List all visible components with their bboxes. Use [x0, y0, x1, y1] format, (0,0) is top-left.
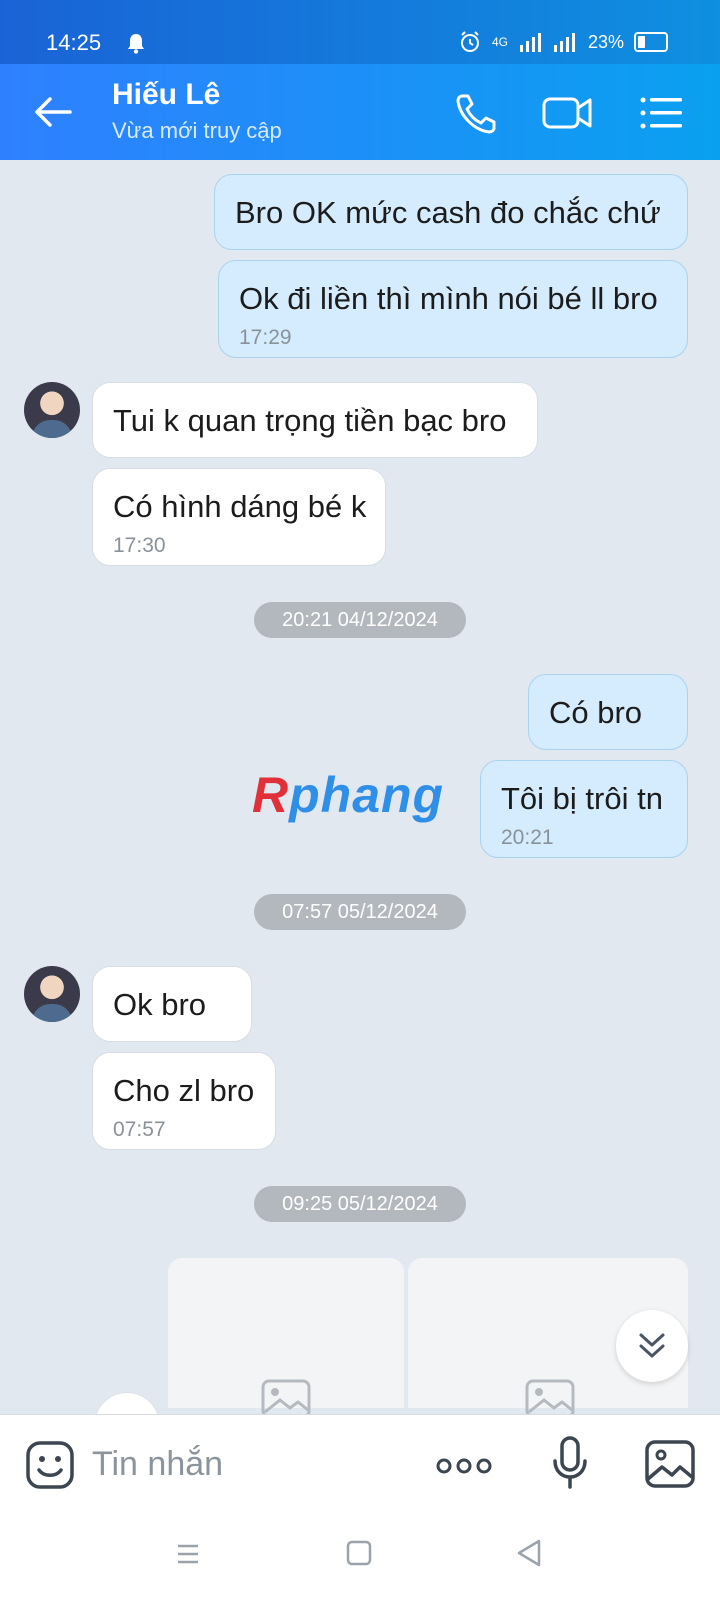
gallery-image-icon[interactable]	[644, 1439, 696, 1489]
system-navigation-bar	[0, 1514, 720, 1600]
status-bar: 14:25 4G 23%	[0, 0, 720, 64]
message-text: Tui k quan trọng tiền bạc bro	[113, 403, 507, 438]
battery-percent: 23%	[587, 31, 624, 52]
image-message[interactable]	[168, 1258, 404, 1418]
double-chevron-down-icon	[639, 1333, 665, 1358]
message-time: 17:30	[113, 534, 166, 557]
chat-header: Hiếu Lê Vừa mới truy cập	[0, 64, 720, 160]
contact-avatar[interactable]	[24, 966, 80, 1022]
back-triangle-icon[interactable]	[516, 1538, 542, 1568]
message-bubble-incoming[interactable]: Tui k quan trọng tiền bạc bro	[92, 382, 538, 458]
date-separator: 07:57 05/12/2024	[254, 894, 466, 930]
network-type: 4G	[491, 35, 508, 49]
date-separator: 20:21 04/12/2024	[254, 602, 466, 638]
date-separator: 09:25 05/12/2024	[254, 1186, 466, 1222]
watermark-logo: Rphang	[252, 767, 445, 823]
message-text: Cho zl bro	[113, 1073, 255, 1108]
recent-apps-icon[interactable]	[176, 1542, 200, 1566]
phone-call-icon[interactable]	[452, 88, 504, 138]
back-arrow-icon[interactable]	[30, 90, 78, 134]
message-text: Bro OK mức cash đo chắc chứ	[235, 195, 661, 230]
message-text: Có bro	[549, 695, 643, 730]
alarm-icon	[460, 31, 479, 52]
contact-name[interactable]: Hiếu Lê	[112, 78, 220, 112]
message-time: 20:21	[501, 826, 554, 849]
message-bubble-incoming[interactable]: Ok bro	[92, 966, 252, 1042]
image-placeholder-icon	[261, 1379, 311, 1418]
message-time: 07:57	[113, 1118, 166, 1141]
message-time: 17:29	[239, 326, 292, 349]
signal-icon-2	[553, 33, 575, 52]
video-call-icon[interactable]	[542, 88, 594, 138]
microphone-icon[interactable]	[550, 1435, 590, 1491]
battery-icon	[634, 32, 668, 52]
signal-icon	[519, 33, 541, 52]
status-time: 14:25	[46, 30, 102, 55]
message-bubble-incoming[interactable]: Cho zl bro 07:57	[92, 1052, 276, 1150]
message-input-bar: Tin nhắn	[0, 1414, 720, 1515]
message-input[interactable]: Tin nhắn	[92, 1445, 223, 1484]
message-text: Ok đi liền thì mình nói bé ll bro	[239, 281, 658, 316]
message-text: Ok bro	[113, 987, 207, 1022]
home-icon[interactable]	[346, 1540, 372, 1566]
menu-list-icon[interactable]	[636, 88, 688, 138]
message-text: Có hình dáng bé k	[113, 489, 367, 524]
scroll-to-bottom-button[interactable]	[616, 1310, 688, 1382]
message-bubble-outgoing[interactable]: Tôi bị trôi tn 20:21	[480, 760, 688, 858]
message-bubble-outgoing[interactable]: Có bro	[528, 674, 688, 750]
message-text: Tôi bị trôi tn	[501, 781, 663, 816]
emoji-sticker-icon[interactable]	[24, 1439, 76, 1491]
contact-avatar[interactable]	[24, 382, 80, 438]
message-bubble-incoming[interactable]: Có hình dáng bé k 17:30	[92, 468, 386, 566]
contact-status: Vừa mới truy cập	[112, 118, 282, 143]
message-bubble-outgoing[interactable]: Ok đi liền thì mình nói bé ll bro 17:29	[218, 260, 688, 358]
image-placeholder-icon	[525, 1379, 575, 1418]
notification-bell-icon	[128, 34, 144, 54]
message-bubble-outgoing[interactable]: Bro OK mức cash đo chắc chứ	[214, 174, 688, 250]
more-options-icon[interactable]	[436, 1455, 492, 1477]
status-right-group: 4G 23%	[458, 30, 668, 54]
